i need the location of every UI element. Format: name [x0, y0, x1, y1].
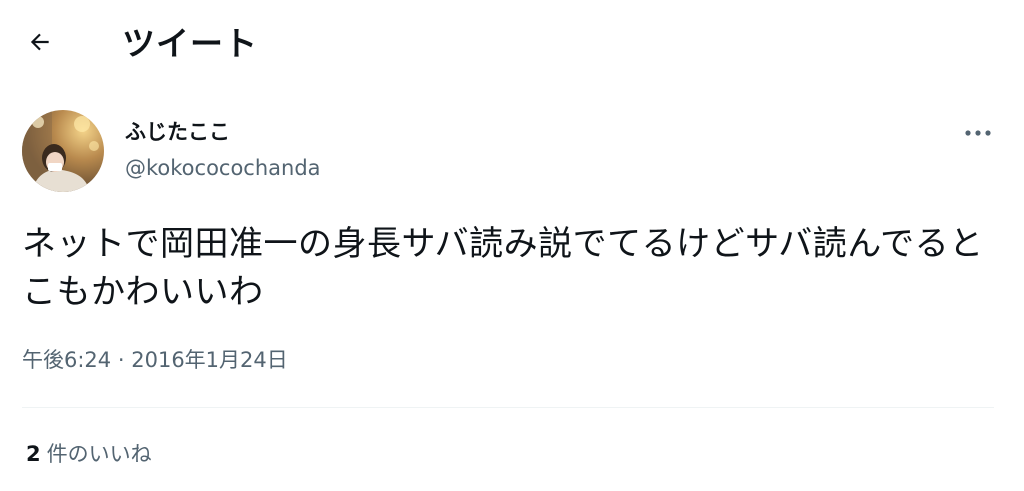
likes-count: 2 — [26, 442, 41, 466]
likes-link[interactable]: 2 件のいいね — [26, 439, 152, 469]
tweet-date[interactable]: 2016年1月24日 — [131, 348, 288, 372]
author-display-name[interactable]: ふじたここ — [125, 117, 230, 147]
tweet-text: ネットで岡田准一の身長サバ読み説でてるけどサバ読んでるとこもかわいいわ — [22, 224, 984, 312]
tweet-detail-page: ツイート ふじたここ @kokococochanda ネットで岡田准一の身長サバ… — [0, 0, 1024, 491]
likes-label: 件のいいね — [46, 442, 152, 466]
more-options-button[interactable] — [956, 116, 1000, 148]
avatar[interactable] — [22, 110, 104, 192]
tweet-timestamp: 午後6:24 · 2016年1月24日 — [22, 345, 288, 375]
header-bar: ツイート — [0, 0, 1024, 88]
timestamp-separator: · — [117, 348, 125, 372]
arrow-left-icon — [27, 29, 53, 59]
page-title: ツイート — [122, 24, 258, 63]
tweet-time[interactable]: 午後6:24 — [22, 348, 111, 372]
back-button[interactable] — [20, 24, 60, 64]
author-handle[interactable]: @kokococochanda — [125, 153, 321, 183]
divider — [22, 407, 994, 408]
more-horizontal-icon — [964, 123, 992, 142]
